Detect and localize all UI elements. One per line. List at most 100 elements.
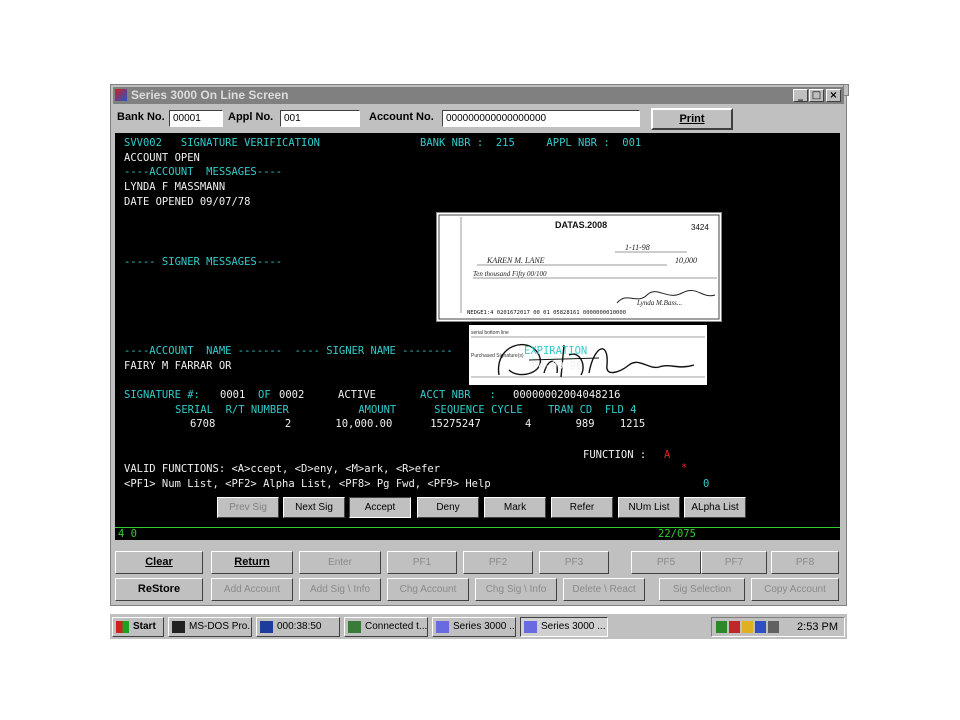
- signature-number-label: SIGNATURE #:: [124, 389, 200, 401]
- signature-status: ACTIVE: [338, 389, 376, 401]
- taskbar-item-connected[interactable]: Connected t...: [344, 617, 428, 637]
- series3000-icon: [524, 621, 537, 633]
- date-opened: DATE OPENED 09/07/78: [124, 196, 251, 208]
- check-signer: Lynda M.Bass...: [636, 299, 682, 307]
- signature-card-image[interactable]: serial bottom line Purchased Signature(s…: [469, 325, 707, 385]
- network-icon[interactable]: [716, 621, 727, 633]
- function-input[interactable]: A: [664, 449, 670, 462]
- connection-icon: [348, 621, 361, 633]
- account-message-name: LYNDA F MASSMANN: [124, 181, 226, 193]
- status-left: 4 0: [118, 528, 137, 540]
- status-right: 22/075: [658, 528, 696, 540]
- expiration-header: EXPIRATION: [524, 345, 588, 357]
- num-list-button[interactable]: NUm List: [618, 497, 680, 518]
- taskbar: Start MS-DOS Pro... 000:38:50 Connected …: [110, 613, 847, 639]
- check-bank-name: DATAS.2008: [555, 220, 607, 230]
- timer-icon: [260, 621, 273, 633]
- shield-icon[interactable]: [729, 621, 740, 633]
- account-status: ACCOUNT OPEN: [124, 152, 200, 164]
- chg-account-button[interactable]: Chg Account: [387, 578, 469, 601]
- check-micr: NEDGE1:4 0201672017 00 01 05828161 00000…: [467, 310, 626, 316]
- check-memo: Ten thousand Fifty 00/100: [473, 270, 547, 278]
- account-name-header: ----ACCOUNT NAME ------- ---- SIGNER NAM…: [124, 345, 453, 357]
- account-name-value: FAIRY M FARRAR OR: [124, 360, 232, 372]
- sig-selection-button[interactable]: Sig Selection: [659, 578, 745, 601]
- taskbar-item-series3000-b[interactable]: Series 3000 ...: [520, 617, 608, 637]
- appl-no-field[interactable]: 001: [280, 110, 360, 127]
- taskbar-item-label: Series 3000 ...: [541, 621, 606, 632]
- minimize-button[interactable]: _: [793, 89, 808, 102]
- taskbar-clock[interactable]: 2:53 PM: [797, 621, 838, 633]
- pf1-button[interactable]: PF1: [387, 551, 457, 574]
- pf3-button[interactable]: PF3: [539, 551, 609, 574]
- valid-functions: VALID FUNCTIONS: <A>ccept, <D>eny, <M>ar…: [124, 463, 441, 475]
- function-marker: *: [681, 462, 688, 474]
- windows-logo-icon: [116, 621, 129, 633]
- taskbar-item-series3000-a[interactable]: Series 3000 ...: [432, 617, 516, 637]
- delete-react-button[interactable]: Delete \ React: [563, 578, 645, 601]
- taskbar-item-label: Series 3000 ...: [453, 621, 516, 632]
- header-bar: Bank No. 00001 Appl No. 001 Account No. …: [113, 107, 844, 131]
- background-window-edge: [843, 84, 849, 96]
- return-button[interactable]: Return: [211, 551, 293, 574]
- detail-row-values: 6708 2 10,000.00 15275247 4 989 1215: [190, 418, 646, 430]
- terminal-status-bar: 4 0 22/075: [115, 527, 840, 541]
- series3000-icon: [436, 621, 449, 633]
- series3000-window: Series 3000 On Line Screen _ □ × Bank No…: [110, 84, 847, 606]
- mark-button[interactable]: Mark: [484, 497, 546, 518]
- expiration-value: 04-09-96: [532, 360, 583, 372]
- prev-sig-button[interactable]: Prev Sig: [217, 497, 279, 518]
- add-account-button[interactable]: Add Account: [211, 578, 293, 601]
- pf-key-counter: 0: [703, 478, 710, 490]
- signature-of-label: OF: [258, 389, 271, 401]
- bank-no-field[interactable]: 00001: [169, 110, 223, 127]
- account-no-field[interactable]: 000000000000000000: [442, 110, 640, 127]
- return-label: Return: [234, 556, 270, 568]
- add-sig-info-button[interactable]: Add Sig \ Info: [299, 578, 381, 601]
- deny-button[interactable]: Deny: [417, 497, 479, 518]
- print-button[interactable]: Print: [651, 108, 733, 130]
- taskbar-item-msdos[interactable]: MS-DOS Pro...: [168, 617, 252, 637]
- check-date: 1-11-98: [625, 243, 650, 252]
- start-button[interactable]: Start: [112, 617, 164, 637]
- printer-icon[interactable]: [768, 621, 779, 633]
- pf5-button[interactable]: PF5: [631, 551, 701, 574]
- check-image[interactable]: DATAS.2008 3424 1-11-98 KAREN M. LANE 10…: [436, 212, 722, 322]
- maximize-button[interactable]: □: [809, 89, 824, 102]
- next-sig-button[interactable]: Next Sig: [283, 497, 345, 518]
- system-tray: 2:53 PM: [711, 617, 845, 637]
- signer-messages-header: ----- SIGNER MESSAGES----: [124, 256, 283, 268]
- sig-card-line1: serial bottom line: [471, 330, 509, 336]
- account-label: Account No.: [369, 111, 434, 123]
- signature-number: 0001: [220, 389, 246, 401]
- app-icon: [115, 89, 127, 101]
- mail-icon[interactable]: [742, 621, 753, 633]
- pf2-button[interactable]: PF2: [463, 551, 533, 574]
- pf7-button[interactable]: PF7: [701, 551, 767, 574]
- display-icon[interactable]: [755, 621, 766, 633]
- alpha-list-button[interactable]: ALpha List: [684, 497, 746, 518]
- check-amount: 10,000: [675, 256, 697, 265]
- terminal-screen: SVV002 SIGNATURE VERIFICATION BANK NBR :…: [115, 133, 840, 540]
- title-bar[interactable]: Series 3000 On Line Screen _ □ ×: [113, 87, 844, 104]
- enter-button[interactable]: Enter: [299, 551, 381, 574]
- sig-card-line2: Purchased Signature(s): [471, 353, 524, 359]
- copy-account-button[interactable]: Copy Account: [751, 578, 839, 601]
- accept-button[interactable]: Accept: [349, 497, 411, 518]
- clear-label: Clear: [145, 556, 173, 568]
- taskbar-item-timer[interactable]: 000:38:50: [256, 617, 340, 637]
- chg-sig-info-button[interactable]: Chg Sig \ Info: [475, 578, 557, 601]
- pf8-button[interactable]: PF8: [771, 551, 839, 574]
- refer-button[interactable]: Refer: [551, 497, 613, 518]
- clear-button[interactable]: Clear: [115, 551, 203, 574]
- taskbar-item-label: Connected t...: [365, 621, 428, 632]
- detail-column-headers: SERIAL R/T NUMBER AMOUNT SEQUENCE CYCLE …: [175, 404, 637, 416]
- close-button[interactable]: ×: [826, 89, 841, 102]
- screen-title: SVV002 SIGNATURE VERIFICATION: [124, 137, 320, 149]
- appl-label: Appl No.: [228, 111, 274, 123]
- check-payee: KAREN M. LANE: [486, 256, 545, 265]
- taskbar-item-label: 000:38:50: [277, 621, 322, 632]
- acct-nbr-label: ACCT NBR :: [420, 389, 496, 401]
- restore-button[interactable]: ReStore: [115, 578, 203, 601]
- check-number: 3424: [691, 223, 709, 232]
